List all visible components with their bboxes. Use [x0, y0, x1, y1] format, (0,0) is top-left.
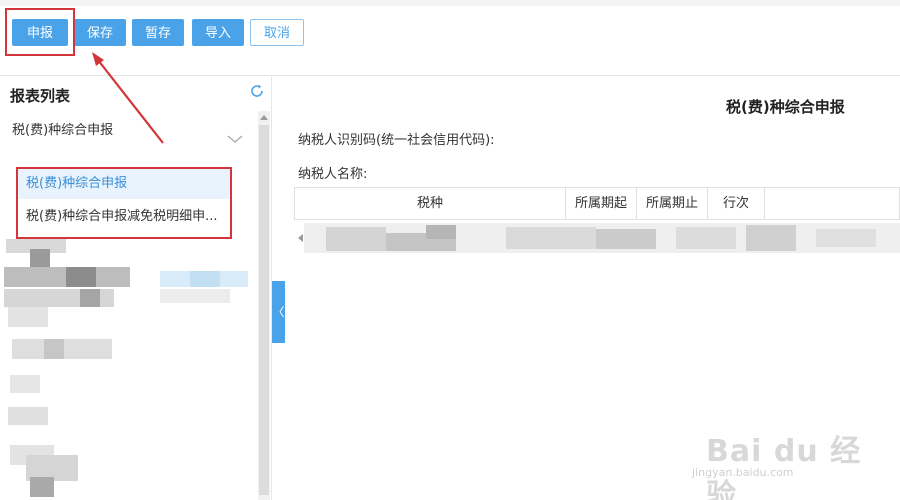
redacted-block — [596, 229, 656, 249]
draft-button[interactable]: 暂存 — [132, 19, 184, 46]
redacted-block — [30, 477, 54, 497]
redacted-block — [676, 227, 736, 249]
scroll-up-icon[interactable] — [260, 115, 268, 120]
taxpayer-name-label: 纳税人名称: — [298, 167, 368, 182]
redacted-block — [746, 225, 796, 251]
column-header-period-start: 所属期起 — [566, 188, 637, 219]
table-header: 税种 所属期起 所属期止 行次 — [294, 187, 900, 220]
redacted-block — [160, 289, 230, 303]
redacted-block — [44, 339, 64, 359]
cancel-button[interactable]: 取消 — [250, 19, 304, 46]
import-button[interactable]: 导入 — [192, 19, 244, 46]
baidu-watermark: Bai du 经验 jingyan.baidu.com — [686, 400, 876, 500]
watermark-url: jingyan.baidu.com — [692, 466, 794, 479]
refresh-icon[interactable] — [249, 83, 265, 99]
sidebar-scrollbar[interactable] — [258, 111, 270, 500]
list-item[interactable]: 税(费)种综合申报 — [18, 169, 232, 199]
redacted-block — [816, 229, 876, 247]
sidebar-title: 报表列表 — [10, 87, 71, 105]
redacted-block — [8, 407, 48, 425]
watermark-brand: Bai du 经验 — [706, 434, 862, 500]
redacted-block — [8, 307, 48, 327]
scroll-thumb[interactable] — [259, 125, 269, 495]
redacted-block — [10, 375, 40, 393]
chevron-down-icon[interactable] — [226, 133, 244, 145]
redacted-block — [66, 267, 96, 287]
collapse-sidebar-handle[interactable]: 〈 — [272, 281, 285, 343]
column-header-tax-type: 税种 — [295, 188, 566, 219]
column-header-line-no: 行次 — [708, 188, 765, 219]
toolbar: 申报 保存 暂存 导入 取消 — [0, 6, 900, 76]
declare-button[interactable]: 申报 — [12, 19, 68, 46]
report-list-sidebar: 报表列表 税(费)种综合申报 税(费)种综合申报 税(费)种综合申报减免税明细申… — [0, 77, 272, 500]
list-item[interactable]: 税(费)种综合申报减免税明细申... — [18, 202, 232, 232]
redacted-block — [190, 271, 220, 287]
redacted-block — [426, 225, 456, 239]
sidebar-header: 报表列表 — [0, 77, 272, 109]
column-header-period-end: 所属期止 — [637, 188, 708, 219]
scroll-left-icon[interactable] — [298, 234, 303, 242]
category-tax-declaration[interactable]: 税(费)种综合申报 — [0, 109, 256, 157]
form-title: 税(费)种综合申报 — [726, 98, 845, 116]
category-label: 税(费)种综合申报 — [12, 123, 114, 138]
redacted-block — [326, 227, 386, 251]
save-button[interactable]: 保存 — [74, 19, 126, 46]
redacted-block — [506, 227, 596, 249]
redacted-block — [80, 289, 100, 307]
taxpayer-id-label: 纳税人识别码(统一社会信用代码): — [298, 133, 495, 148]
